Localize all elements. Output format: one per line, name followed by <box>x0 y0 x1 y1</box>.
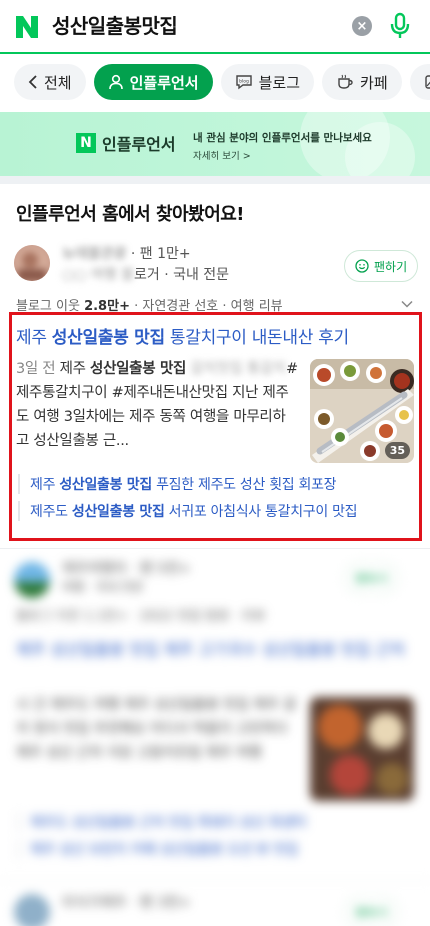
naver-logo[interactable] <box>14 14 40 40</box>
cafe-cup-icon <box>336 74 354 90</box>
title-keyword: 성산일출봉 맛집 <box>51 328 165 348</box>
svg-text:blog: blog <box>239 79 249 85</box>
avatar[interactable] <box>14 245 50 281</box>
follow-button[interactable]: 팬하기 <box>344 562 400 594</box>
snippet-keyword: 성산일출봉 맛집 <box>90 361 187 377</box>
related-post-link[interactable]: 제주 성산 브런치 카페 성산일출봉 오션 뷰 맛집 <box>18 839 298 859</box>
card-divider <box>0 880 430 881</box>
tab-label: 카페 <box>360 73 388 92</box>
tab-blog[interactable]: blog 블로그 <box>220 64 315 100</box>
image-icon <box>424 74 430 90</box>
category-text: 로거 · 국내 전문 <box>133 267 230 283</box>
chevron-left-icon <box>28 75 38 89</box>
card-divider <box>0 548 430 549</box>
snippet-part: 제주 <box>55 361 91 377</box>
section-separator <box>0 176 430 184</box>
search-bar: 성산일출봉맛집 × <box>0 0 430 54</box>
post-thumbnail[interactable] <box>310 697 414 801</box>
post-date: 3일 전 <box>16 361 56 377</box>
tab-label: 전체 <box>44 73 72 92</box>
influencer-name[interactable]: 제주여행자 <box>62 561 126 577</box>
related-part: 제주도 <box>30 504 72 520</box>
related-keyword: 성산일출봉 맛집 <box>59 477 152 493</box>
tab-influencer[interactable]: 인플루언서 <box>93 64 213 100</box>
follow-label: 팬하기 <box>374 259 408 274</box>
influencer-name[interactable]: 뉴데블관광 <box>62 243 126 263</box>
blog-meta: 블로그 이웃 1.1만+ · 2022 맛집 탐방 · 리뷰 <box>16 609 266 624</box>
influencer-name[interactable]: 미식가제주 <box>62 895 126 911</box>
tab-label: 인플루언서 <box>129 73 199 92</box>
related-post-link[interactable]: 제주도 성산일출봉 근처 맛집 흑돼지 성산 회센터 <box>18 812 307 832</box>
follow-label: 팬하기 <box>355 571 389 586</box>
related-post-link[interactable]: 제주도 성산일출봉 맛집 서귀포 아침식사 통갈치구이 맛집 <box>18 501 358 521</box>
person-icon <box>108 74 124 90</box>
category-prefix: ○○ 여행 블 <box>62 267 134 283</box>
image-count-badge: 35 <box>384 442 410 459</box>
tab-cafe[interactable]: 카페 <box>322 64 402 100</box>
follow-button[interactable]: 팬하기 <box>344 250 419 282</box>
banner-more-link[interactable]: 자세히 보기 > <box>193 148 251 162</box>
avatar[interactable] <box>14 562 50 598</box>
influencer-name-row: 미식가제주 · 팬 3천+ <box>62 892 191 912</box>
influencer-category: ○○ 여행 블로거 · 국내 전문 <box>62 264 229 284</box>
tab-all[interactable]: 전체 <box>14 64 86 100</box>
search-tabs: 전체 인플루언서 blog 블로그 카페 이 <box>0 56 430 108</box>
avatar[interactable] <box>14 894 50 926</box>
tab-label: 블로그 <box>258 73 301 92</box>
fan-count: · 팬 1만+ <box>130 246 191 262</box>
search-input[interactable]: 성산일출봉맛집 <box>52 11 178 41</box>
microphone-icon[interactable] <box>389 12 411 40</box>
related-part: 제주 <box>30 477 60 493</box>
title-part: 통갈치구이 내돈내산 후기 <box>164 328 349 348</box>
post-thumbnail[interactable]: 35 <box>310 359 414 463</box>
related-part: 서귀포 아침식사 통갈치구이 맛집 <box>164 504 358 520</box>
influencer-category: 여행 · 국내 전문 <box>62 580 144 594</box>
section-title: 인플루언서 홈에서 찾아봤어요! <box>16 204 245 225</box>
tab-image[interactable]: 이 <box>409 64 430 100</box>
fan-count: · 팬 3천+ <box>130 895 191 911</box>
blog-icon: blog <box>235 74 253 90</box>
banner-headline: 내 관심 분야의 인플루언서를 만나보세요 <box>193 132 372 144</box>
snippet-blurred: 갈치맛집 통갈치 <box>186 361 286 377</box>
related-part: 푸짐한 제주도 성산 횟집 회포장 <box>151 477 337 493</box>
influencer-name-row: 뉴데블관광 · 팬 1만+ <box>62 243 191 263</box>
post-snippet[interactable]: 시 간 제주도 여행 제주 성산일출봉 맛집 제주 갈치 정식 맛집 추천해요 … <box>16 693 298 765</box>
clear-icon[interactable]: × <box>352 16 372 36</box>
post-title-link[interactable]: 제주 성산일출봉 맛집 제주 고기국수 성산일출봉 맛집 근처 <box>16 638 406 662</box>
influencer-banner[interactable]: N 인플루언서 내 관심 분야의 인플루언서를 만나보세요 자세히 보기 > <box>0 112 430 176</box>
post-snippet[interactable]: 3일 전 제주 성산일출봉 맛집 갈치맛집 통갈치#제주통갈치구이 #제주내돈내… <box>16 357 298 453</box>
related-post-link[interactable]: 제주 성산일출봉 맛집 푸짐한 제주도 성산 횟집 회포장 <box>18 474 337 494</box>
banner-logo-text: 인플루언서 <box>102 135 176 154</box>
follow-button[interactable]: 팬하기 <box>344 896 400 926</box>
smile-icon <box>355 259 369 273</box>
follow-label: 팬하기 <box>355 905 389 920</box>
post-title-link[interactable]: 제주 성산일출봉 맛집 통갈치구이 내돈내산 후기 <box>16 323 349 348</box>
influencer-name-row: 제주여행자 · 팬 5천+ <box>62 558 191 578</box>
chevron-down-icon[interactable] <box>400 297 414 311</box>
naver-n-icon: N <box>76 133 96 153</box>
banner-logo: N 인플루언서 <box>76 131 176 155</box>
fan-count: · 팬 5천+ <box>130 561 191 577</box>
title-part: 제주 <box>16 328 52 348</box>
related-keyword: 성산일출봉 맛집 <box>71 504 165 520</box>
